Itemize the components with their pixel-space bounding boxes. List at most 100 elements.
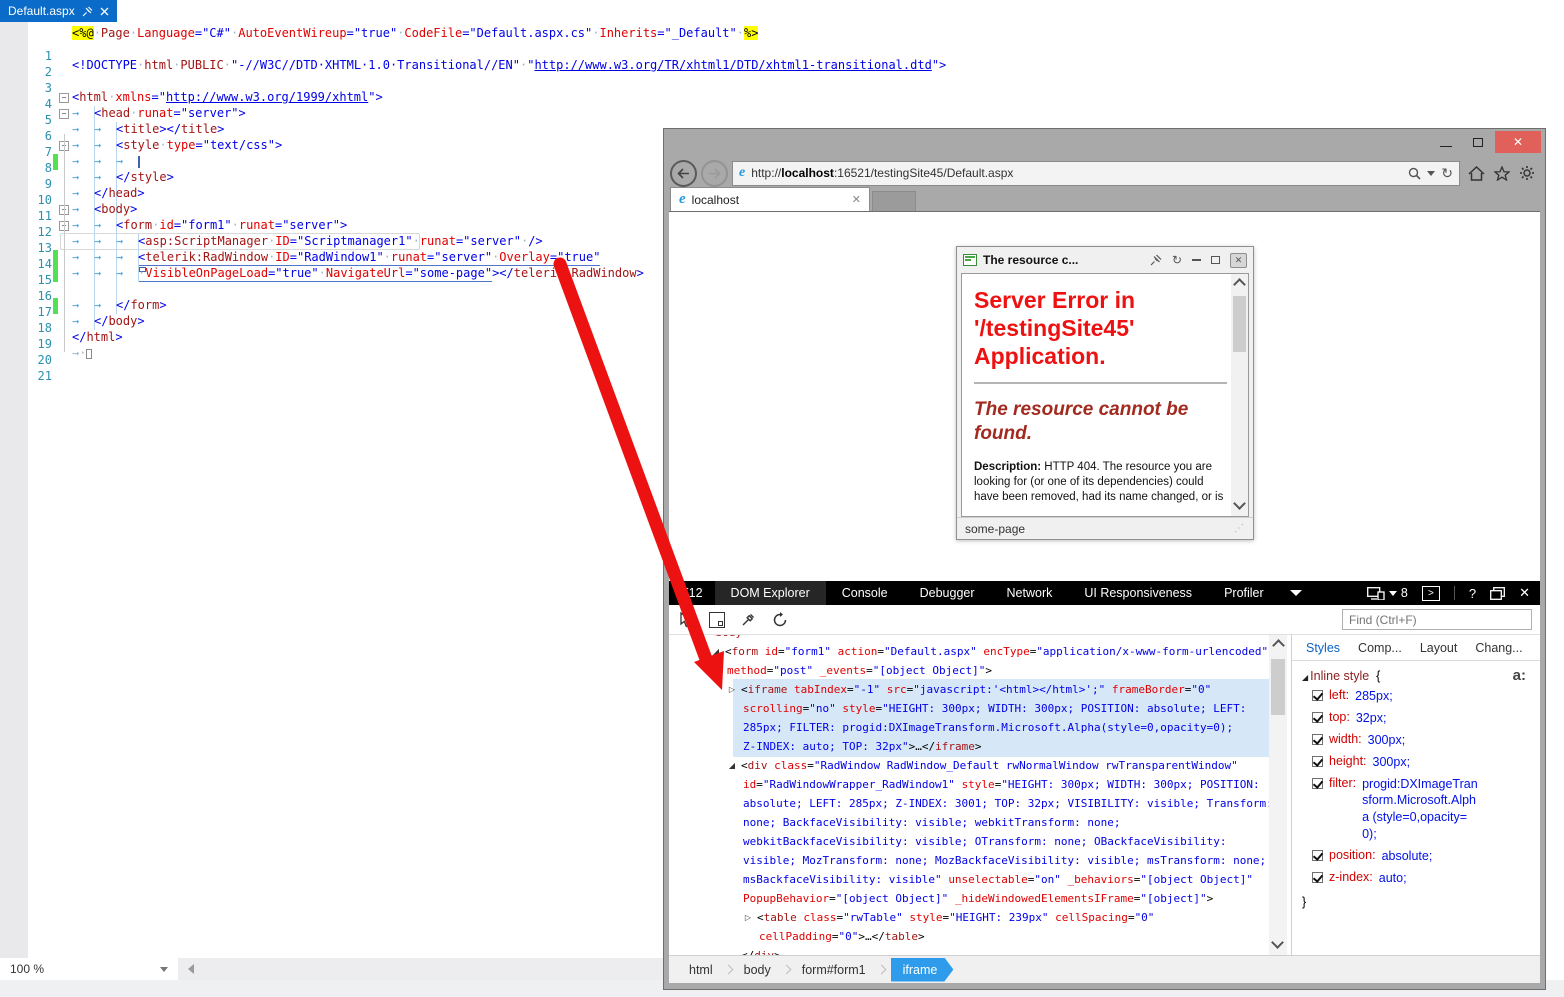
dom-tree-row[interactable]: <form id="form1" action="Default.aspx" e… (725, 642, 1268, 661)
property-enabled-checkbox[interactable] (1312, 850, 1323, 861)
dom-tree-row[interactable]: Z-INDEX: auto; TOP: 32px">…</iframe> (743, 737, 981, 756)
gear-icon[interactable] (1519, 165, 1535, 181)
code-line[interactable]: → → → <telerik:RadWindow·ID="RadWindow1"·ru… (72, 250, 600, 266)
browser-tab-localhost[interactable]: e localhost ✕ (670, 187, 870, 211)
property-value[interactable]: 32px; (1356, 710, 1474, 727)
dialog-scrollbar[interactable] (1231, 274, 1248, 516)
devtools-tab-network[interactable]: Network (991, 581, 1069, 605)
find-input[interactable] (1342, 609, 1532, 630)
scroll-down-icon[interactable] (1271, 936, 1284, 949)
dom-tree-row[interactable]: absolute; LEFT: 285px; Z-INDEX: 3001; TO… (743, 794, 1269, 813)
refresh-icon[interactable]: ↻ (1441, 166, 1453, 180)
pin-icon[interactable] (1150, 254, 1162, 266)
styles-pane-tab-layout[interactable]: Layout (1420, 641, 1458, 655)
select-element-icon[interactable] (679, 611, 693, 628)
resize-grip[interactable]: ⋰ (1234, 523, 1245, 534)
code-line[interactable]: → → <title></title> (72, 122, 224, 138)
code-line[interactable]: <html·xmlns="http://www.w3.org/1999/xhtm… (72, 90, 383, 106)
search-dropdown-icon[interactable] (1427, 170, 1436, 176)
maximize-button[interactable] (1463, 131, 1493, 153)
property-name[interactable]: position: (1329, 848, 1376, 862)
horizontal-scrollbar[interactable] (178, 958, 663, 980)
styles-pane-tab-chang[interactable]: Chang... (1475, 641, 1522, 655)
property-enabled-checkbox[interactable] (1312, 733, 1323, 745)
breadcrumb-item-html[interactable]: html (679, 963, 723, 977)
code-line[interactable]: →· (72, 346, 93, 362)
forward-button[interactable] (701, 159, 728, 187)
code-line[interactable]: → → → <asp:ScriptManager·ID="Scriptmanager1… (72, 234, 543, 250)
property-enabled-checkbox[interactable] (1312, 871, 1323, 883)
code-line[interactable]: → → → (72, 154, 140, 170)
dom-tree-row[interactable]: PopupBehavior="[object Object]" _hideWin… (743, 889, 1213, 908)
expand-arrow-icon[interactable]: ▷ (743, 908, 753, 927)
dom-tree-row[interactable]: <div class="RadWindow RadWindow_Default … (741, 756, 1238, 775)
styles-pane-tab-styles[interactable]: Styles (1306, 641, 1340, 655)
refresh-dom-icon[interactable] (772, 611, 788, 628)
property-value[interactable]: 300px; (1373, 754, 1491, 771)
breakpoint-margin[interactable] (0, 22, 28, 958)
property-value[interactable]: progid:DXImageTransform.Microsoft.Alpha … (1362, 776, 1480, 844)
devtools-tab-ui-responsiveness[interactable]: UI Responsiveness (1068, 581, 1208, 605)
code-line[interactable]: → </head> (72, 186, 145, 202)
dom-tree-row[interactable]: <iframe tabIndex="-1" src="javascript:'<… (741, 680, 1211, 699)
property-name[interactable]: height: (1329, 754, 1367, 768)
code-line[interactable]: → → </style> (72, 170, 174, 186)
tab-close-icon[interactable]: ✕ (852, 193, 861, 206)
scroll-up-icon[interactable] (1233, 278, 1246, 291)
help-button[interactable]: ? (1469, 586, 1476, 601)
breadcrumb-item-body[interactable]: body (734, 963, 781, 977)
code-line[interactable]: → → </form> (72, 298, 167, 314)
reload-icon[interactable]: ↻ (1172, 254, 1182, 266)
property-enabled-checkbox[interactable] (1312, 777, 1323, 789)
code-line[interactable]: → <head·runat="server"> (72, 106, 246, 122)
dom-tree-row[interactable]: none; BackfaceVisibility: visible; webki… (743, 813, 1121, 832)
code-line[interactable]: → → → ·VisibleOnPageLoad="true"·NavigateUrl… (72, 266, 644, 282)
style-rule-header[interactable]: ◢ Inline style { (1302, 669, 1532, 683)
code-line[interactable]: → → <form·id="form1"·runat="server"> (72, 218, 347, 234)
back-button[interactable] (670, 159, 697, 187)
scroll-left-icon[interactable] (188, 964, 194, 974)
close-icon[interactable] (100, 7, 109, 16)
code-line[interactable]: → <body> (72, 202, 137, 218)
dom-tree-row[interactable]: id="RadWindowWrapper_RadWindow1" style="… (743, 775, 1260, 794)
code-line[interactable]: → </body> (72, 314, 145, 330)
dom-tree-row[interactable]: cellPadding="0">…</table> (759, 927, 925, 946)
scrollbar-thumb[interactable] (1233, 296, 1246, 352)
property-name[interactable]: top: (1329, 710, 1350, 724)
element-highlight-icon[interactable] (709, 611, 725, 628)
devtools-close-button[interactable]: ✕ (1519, 585, 1530, 601)
dom-tree-row[interactable]: webkitBackfaceVisibility: visible; OTran… (743, 832, 1226, 851)
devtools-tab-debugger[interactable]: Debugger (904, 581, 991, 605)
expand-arrow-icon[interactable]: ▷ (727, 680, 737, 699)
collapse-arrow-icon[interactable]: ◢ (727, 756, 737, 775)
collapse-arrow-icon[interactable]: ◢ (711, 642, 721, 661)
favorites-star-icon[interactable] (1494, 165, 1510, 181)
styles-pane-tab-comp[interactable]: Comp... (1358, 641, 1402, 655)
dom-tree-scrollbar[interactable] (1269, 635, 1287, 955)
scroll-down-icon[interactable] (1233, 497, 1246, 510)
console-button[interactable]: > (1421, 585, 1440, 601)
property-enabled-checkbox[interactable] (1312, 711, 1323, 723)
color-picker-icon[interactable] (741, 612, 756, 627)
dialog-title-bar[interactable]: The resource c... ↻ ✕ (957, 247, 1253, 273)
minimize-icon[interactable] (1192, 259, 1201, 261)
close-button[interactable]: ✕ (1495, 131, 1541, 153)
devtools-tab-profiler[interactable]: Profiler (1208, 581, 1280, 605)
more-tabs-chevron-icon[interactable] (1289, 590, 1302, 596)
dom-tree-row[interactable]: scrolling="no" style="HEIGHT: 300px; WID… (743, 699, 1246, 718)
devtools-tab-dom-explorer[interactable]: DOM Explorer (714, 581, 826, 605)
dom-tree-row[interactable]: method="post" _events="[object Object]"> (727, 661, 992, 680)
property-name[interactable]: width: (1329, 732, 1362, 746)
minimize-button[interactable] (1431, 131, 1461, 153)
pin-icon[interactable] (82, 6, 93, 17)
dom-tree-row[interactable]: <body> (709, 635, 749, 642)
property-name[interactable]: left: (1329, 688, 1349, 702)
property-value[interactable]: 300px; (1368, 732, 1486, 749)
fold-toggle[interactable]: − (59, 109, 69, 119)
code-line[interactable]: <%@·Page·Language="C#"·AutoEventWireup="… (72, 26, 759, 42)
unpin-dock-icon[interactable] (1490, 586, 1506, 600)
url-text[interactable]: http://localhost:16521/testingSite45/Def… (751, 166, 1402, 180)
font-size-icon[interactable]: a: (1513, 667, 1526, 684)
code-line[interactable]: <!DOCTYPE·html·PUBLIC·"-//W3C//DTD·XHTML… (72, 58, 946, 74)
search-icon[interactable] (1408, 167, 1421, 180)
